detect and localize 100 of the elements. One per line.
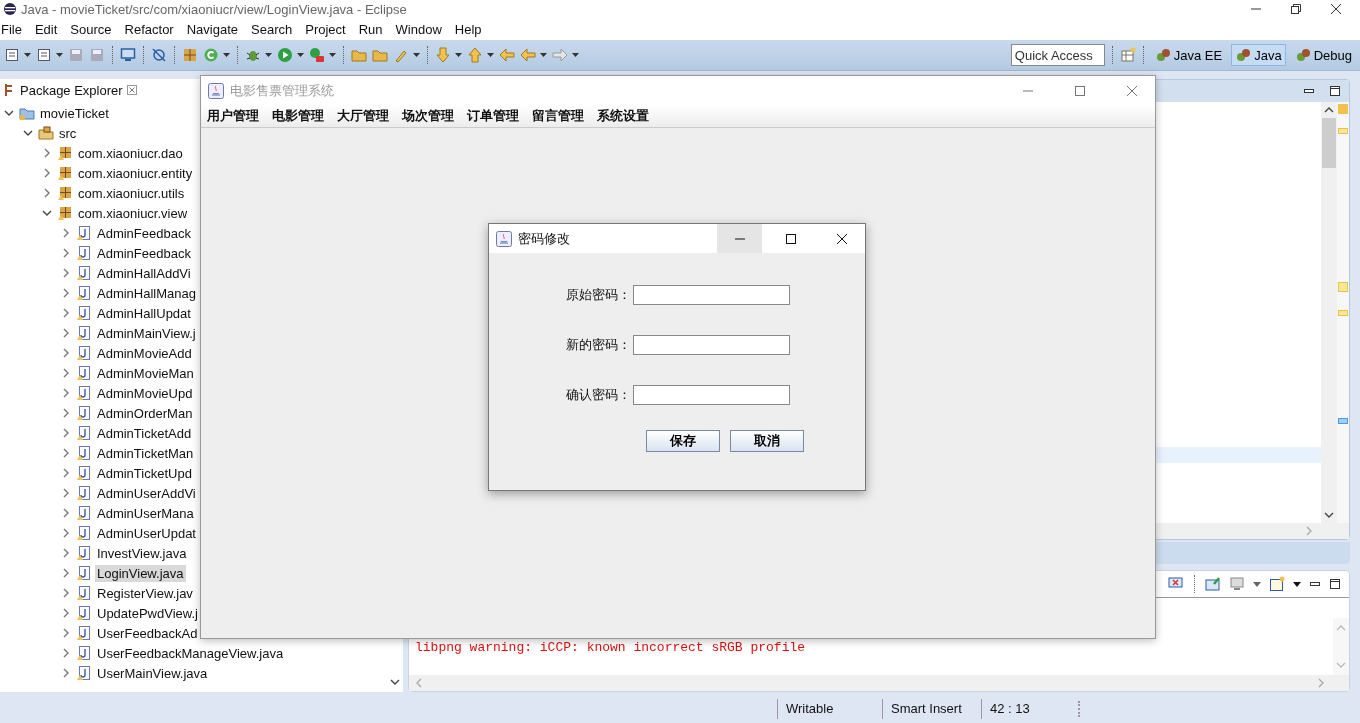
expand-chevron-icon[interactable]	[61, 228, 71, 238]
tree-item[interactable]: AdminUserMana	[95, 504, 196, 522]
expand-chevron-icon[interactable]	[61, 668, 71, 678]
warning-marker[interactable]	[1338, 104, 1348, 114]
maximize-icon[interactable]	[1329, 85, 1341, 97]
tree-item[interactable]: UpdatePwdView.j	[95, 604, 200, 622]
new-file-icon[interactable]	[4, 47, 20, 63]
expand-chevron-icon[interactable]	[61, 348, 71, 358]
tree-item[interactable]: AdminUserAddVi	[95, 484, 198, 502]
tree-item[interactable]: com.xiaoniucr.view	[76, 204, 190, 222]
tree-item[interactable]: AdminHallAddVi	[95, 264, 193, 282]
restore-icon[interactable]	[1290, 3, 1302, 15]
dropdown-caret-icon[interactable]	[223, 53, 230, 57]
expand-chevron-icon[interactable]	[42, 148, 52, 158]
maximize-icon[interactable]	[784, 232, 797, 245]
tree-item[interactable]: com.xiaoniucr.entity	[76, 164, 195, 182]
tree-item[interactable]: LoginView.java	[95, 564, 186, 582]
menu-item[interactable]: 用户管理	[207, 107, 259, 125]
dropdown-caret-icon[interactable]	[297, 53, 304, 57]
expand-chevron-icon[interactable]	[61, 608, 71, 618]
expand-chevron-icon[interactable]	[42, 168, 52, 178]
menu-item[interactable]: Source	[67, 21, 120, 37]
close-icon[interactable]	[835, 232, 848, 245]
dropdown-caret-icon[interactable]	[329, 53, 336, 57]
panel-tab[interactable]: Package Explorer	[20, 82, 123, 98]
tree-item[interactable]: AdminMovieAdd	[95, 344, 194, 362]
pin-icon[interactable]	[1205, 576, 1221, 592]
expand-chevron-icon[interactable]	[61, 248, 71, 258]
expand-chevron-icon[interactable]	[61, 308, 71, 318]
password-field[interactable]	[633, 385, 790, 405]
scrollbar-thumb[interactable]	[1322, 118, 1336, 168]
password-field[interactable]	[633, 335, 790, 355]
dropdown-caret-icon[interactable]	[413, 53, 420, 57]
warning-marker[interactable]	[1338, 128, 1348, 134]
expand-chevron-icon[interactable]	[61, 288, 71, 298]
expand-chevron-icon[interactable]	[61, 368, 71, 378]
tree-item[interactable]: RegisterView.jav	[95, 584, 195, 602]
scroll-up-icon[interactable]	[1324, 106, 1334, 114]
tree-item[interactable]: UserFeedbackManageView.java	[95, 644, 286, 662]
tree-item[interactable]: UserMainView.java	[95, 664, 210, 682]
tree-item[interactable]: UserFeedbackAd	[95, 624, 200, 642]
tree-item[interactable]: AdminTicketUpd	[95, 464, 194, 482]
tree-item[interactable]: AdminUserUpdat	[95, 524, 198, 542]
collapse-chevron-icon[interactable]	[4, 108, 14, 118]
expand-chevron-icon[interactable]	[61, 268, 71, 278]
expand-chevron-icon[interactable]	[61, 488, 71, 498]
expand-chevron-icon[interactable]	[61, 468, 71, 478]
expand-chevron-icon[interactable]	[61, 648, 71, 658]
menu-item[interactable]: Help	[451, 21, 490, 37]
dropdown-caret-icon[interactable]	[1293, 581, 1301, 587]
expand-chevron-icon[interactable]	[61, 508, 71, 518]
menu-item[interactable]: 大厅管理	[337, 107, 389, 125]
menu-item[interactable]: 场次管理	[402, 107, 454, 125]
expand-chevron-icon[interactable]	[61, 588, 71, 598]
tree-item[interactable]: movieTicket	[38, 104, 111, 122]
dialog-button[interactable]: 保存	[646, 430, 720, 452]
expand-chevron-icon[interactable]	[61, 448, 71, 458]
dialog-button[interactable]: 取消	[730, 430, 804, 452]
tree-item[interactable]: AdminMovieUpd	[95, 384, 195, 402]
package-icon[interactable]	[182, 47, 198, 63]
menu-item[interactable]: Refactor	[121, 21, 182, 37]
tree-item[interactable]: AdminTicketMan	[95, 444, 196, 462]
menu-item[interactable]: 订单管理	[467, 107, 519, 125]
tree-item[interactable]: AdminMovieMan	[95, 364, 196, 382]
menu-item[interactable]: Navigate	[183, 21, 246, 37]
tree-item[interactable]: AdminMainView.j	[95, 324, 198, 342]
occurrence-marker[interactable]	[1338, 418, 1348, 424]
expand-chevron-icon[interactable]	[61, 388, 71, 398]
menu-item[interactable]: Edit	[31, 21, 66, 37]
monitor-icon[interactable]	[1229, 576, 1245, 592]
password-field[interactable]	[633, 285, 790, 305]
menu-item[interactable]: Search	[248, 21, 301, 37]
perspective-button[interactable]: Debug	[1290, 44, 1356, 66]
expand-chevron-icon[interactable]	[61, 528, 71, 538]
expand-chevron-icon[interactable]	[61, 328, 71, 338]
expand-chevron-icon[interactable]	[61, 628, 71, 638]
expand-chevron-icon[interactable]	[61, 568, 71, 578]
expand-chevron-icon[interactable]	[42, 188, 52, 198]
dropdown-caret-icon[interactable]	[265, 53, 272, 57]
collapse-chevron-icon[interactable]	[23, 128, 33, 138]
tree-item[interactable]: AdminFeedback	[95, 224, 193, 242]
tree-item[interactable]: com.xiaoniucr.utils	[76, 184, 187, 202]
scroll-down-icon[interactable]	[390, 678, 400, 686]
warning-marker[interactable]	[1338, 282, 1348, 292]
expand-chevron-icon[interactable]	[61, 408, 71, 418]
tree-item[interactable]: InvestView.java	[95, 544, 189, 562]
monitor-icon[interactable]	[120, 47, 136, 63]
dropdown-caret-icon[interactable]	[56, 53, 63, 57]
dropdown-caret-icon[interactable]	[572, 53, 579, 57]
close-icon[interactable]	[1330, 3, 1342, 15]
dropdown-caret-icon[interactable]	[24, 53, 31, 57]
expand-chevron-icon[interactable]	[61, 548, 71, 558]
collapse-chevron-icon[interactable]	[42, 208, 52, 218]
menu-item[interactable]: Window	[392, 21, 450, 37]
dropdown-caret-icon[interactable]	[455, 53, 462, 57]
menu-item[interactable]: 电影管理	[272, 107, 324, 125]
scroll-down-icon[interactable]	[1324, 511, 1334, 519]
tree-item[interactable]: AdminTicketAdd	[95, 424, 194, 442]
tree-item[interactable]: src	[57, 124, 79, 142]
quick-access-field[interactable]: Quick Access	[1010, 44, 1105, 66]
